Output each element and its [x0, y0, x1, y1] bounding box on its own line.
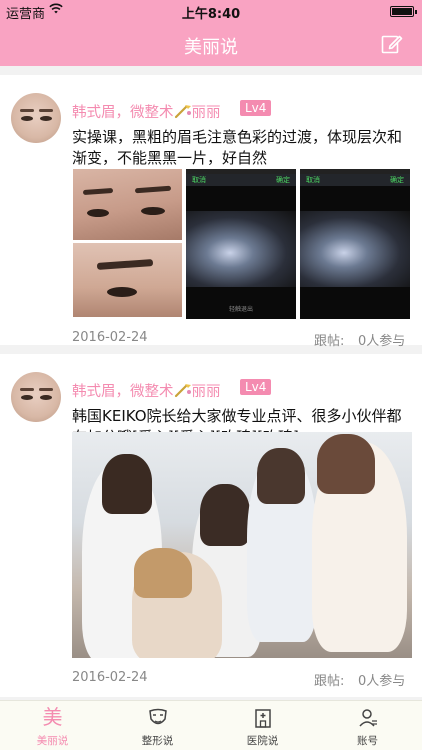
level-badge: Lv4 — [240, 100, 272, 116]
account-icon — [358, 709, 377, 727]
screenshot-caption: 轻触退出 — [228, 306, 253, 313]
screenshot-scene — [300, 211, 410, 287]
author-title: 韩式眉，微整术 — [72, 384, 174, 400]
tab-yiyuanshuo[interactable]: 医院说 — [210, 701, 315, 750]
image-brow — [96, 259, 154, 270]
photo-person-hair — [134, 548, 192, 598]
level-badge: Lv4 — [240, 379, 272, 395]
post-card[interactable]: 韩式眉，微整术 丽丽 Lv4 韩国KEIKO院长给大家做专业点评、很多小伙伴都在… — [0, 354, 422, 697]
avatar-eye — [40, 395, 52, 400]
battery-icon — [390, 6, 417, 17]
author-nickname: 丽丽 — [191, 105, 221, 121]
post-date: 2016-02-24 — [72, 670, 148, 685]
avatar-brow — [20, 388, 34, 391]
avatar-eye — [21, 395, 33, 400]
screenshot-confirm-label: 确定 — [390, 176, 404, 184]
avatar-eye — [21, 116, 33, 121]
tab-label: 账号 — [357, 735, 378, 747]
participant-count[interactable]: 0人参与 — [358, 330, 405, 349]
tab-meilishuo[interactable]: 美 美丽说 — [0, 701, 105, 750]
post-text[interactable]: 实操课，黑粗的眉毛注意色彩的过渡，体现层次和渐变，不能黑黑一片，好自然 — [72, 127, 412, 169]
participant-count[interactable]: 0人参与 — [358, 670, 405, 689]
avatar-brow — [39, 388, 53, 391]
photo-person-hair — [102, 454, 152, 514]
magic-wand-icon — [174, 384, 191, 398]
image-brow — [134, 185, 172, 194]
image-eye — [141, 207, 165, 215]
avatar[interactable] — [11, 372, 61, 422]
avatar-brow — [20, 109, 34, 112]
post-image-brow-after[interactable] — [73, 243, 182, 317]
avatar-brow — [39, 109, 53, 112]
screenshot-scene — [186, 211, 296, 287]
tab-bar: 美 美丽说 整形说 医院说 账号 — [0, 700, 422, 750]
reply-label: 跟帖: — [314, 334, 345, 349]
author-title: 韩式眉，微整术 — [72, 105, 174, 121]
photo-person-hair — [317, 434, 375, 494]
image-eye — [107, 287, 137, 297]
photo-person-hair — [200, 484, 250, 546]
post-image-brow-before[interactable] — [73, 169, 182, 240]
avatar-eye — [40, 116, 52, 121]
hospital-icon — [254, 709, 271, 728]
status-bar: 运营商 上午8:40 — [0, 0, 422, 22]
post-date: 2016-02-24 — [72, 330, 148, 345]
tab-label: 美丽说 — [36, 735, 69, 747]
image-eye — [87, 209, 109, 217]
screenshot-cancel-label: 取消 — [192, 176, 206, 184]
page-title: 美丽说 — [184, 37, 238, 58]
tab-zhengxingshuo[interactable]: 整形说 — [105, 701, 210, 750]
magic-wand-icon — [174, 105, 191, 119]
clock: 上午8:40 — [181, 7, 241, 22]
mei-icon: 美 — [42, 705, 63, 729]
post-card[interactable]: 韩式眉，微整术 丽丽 Lv4 实操课，黑粗的眉毛注意色彩的过渡，体现层次和渐变，… — [0, 75, 422, 349]
reply-label: 跟帖: — [314, 674, 345, 689]
nav-bar: 美丽说 — [0, 22, 422, 66]
edit-icon[interactable] — [380, 32, 404, 56]
author-nickname: 丽丽 — [191, 384, 221, 400]
screenshot-cancel-label: 取消 — [306, 176, 320, 184]
screenshot-confirm-label: 确定 — [276, 176, 290, 184]
photo-person-hair — [257, 448, 305, 504]
author-name[interactable]: 韩式眉，微整术 丽丽 — [72, 101, 221, 122]
author-name[interactable]: 韩式眉，微整术 丽丽 — [72, 380, 221, 401]
tab-account[interactable]: 账号 — [315, 701, 420, 750]
tab-label: 整形说 — [141, 735, 174, 747]
image-brow — [82, 187, 114, 196]
post-feed[interactable]: 韩式眉，微整术 丽丽 Lv4 实操课，黑粗的眉毛注意色彩的过渡，体现层次和渐变，… — [0, 66, 422, 699]
post-image-screenshot[interactable]: 取消 确定 轻触退出 — [186, 169, 296, 319]
post-image-classroom[interactable] — [72, 432, 412, 658]
mask-icon — [148, 708, 167, 725]
avatar[interactable] — [11, 93, 61, 143]
post-image-screenshot[interactable]: 取消 确定 — [300, 169, 410, 319]
tab-label: 医院说 — [246, 735, 279, 747]
